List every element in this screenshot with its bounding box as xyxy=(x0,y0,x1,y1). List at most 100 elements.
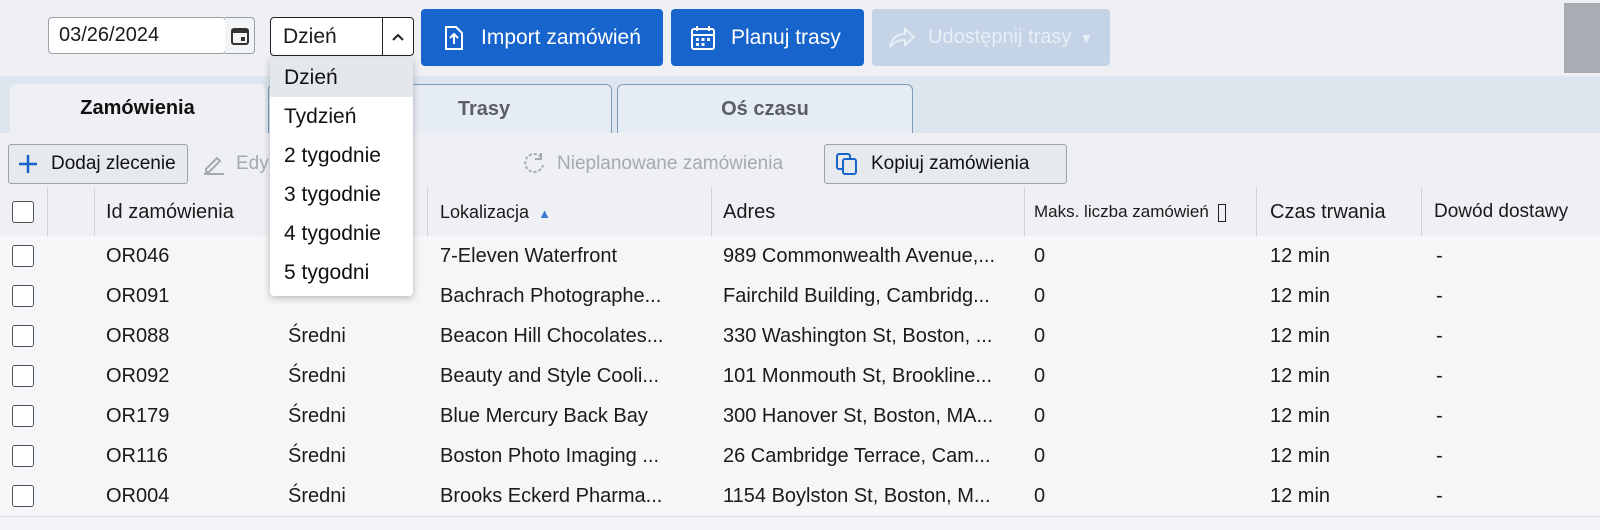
period-option[interactable]: Tydzień xyxy=(270,97,413,136)
proof-of-delivery-cell: - xyxy=(1436,285,1443,307)
table-header: Id zamówienia Lokalizacja ▲ Adres Maks. … xyxy=(0,188,1600,237)
order-id-cell: OR004 xyxy=(106,485,170,507)
duration-cell: 12 min xyxy=(1270,245,1331,267)
caret-down-icon: ▼ xyxy=(1079,29,1094,46)
chevron-up-icon[interactable] xyxy=(382,18,413,55)
column-divider xyxy=(94,188,95,236)
max-orders-cell: 0 xyxy=(1034,405,1046,427)
location-cell: 7-Eleven Waterfront xyxy=(440,245,618,267)
max-orders-cell: 0 xyxy=(1034,245,1046,267)
location-cell: Beacon Hill Chocolates... xyxy=(440,325,664,347)
table-row[interactable]: OR092 Średni Beauty and Style Cooli... 101 … xyxy=(0,356,1600,397)
plus-icon xyxy=(17,153,39,175)
plan-routes-label: Planuj trasy xyxy=(731,25,841,49)
column-divider xyxy=(711,188,712,236)
header-location[interactable]: Lokalizacja ▲ xyxy=(440,188,551,236)
column-divider xyxy=(427,188,428,236)
period-option[interactable]: 4 tygodnie xyxy=(270,214,413,253)
order-id-cell: OR046 xyxy=(106,245,170,267)
date-input[interactable]: 03/26/2024 xyxy=(48,17,226,54)
select-all-checkbox[interactable] xyxy=(12,201,34,223)
copy-icon xyxy=(835,152,859,176)
column-divider xyxy=(1024,188,1025,236)
address-cell: 101 Monmouth St, Brookline... xyxy=(723,365,993,387)
column-menu-icon[interactable] xyxy=(1217,203,1226,222)
max-orders-cell: 0 xyxy=(1034,285,1046,307)
column-divider xyxy=(1421,188,1422,236)
date-picker-button[interactable] xyxy=(225,17,255,54)
table-row[interactable]: OR116 Średni Boston Photo Imaging ... 26 Ca… xyxy=(0,436,1600,477)
header-proof-of-delivery[interactable]: Dowód dostawy xyxy=(1434,188,1568,236)
period-select-value: Dzień xyxy=(283,25,337,48)
address-cell: 1154 Boylston St, Boston, M... xyxy=(723,485,991,507)
share-routes-label: Udostępnij trasy xyxy=(928,26,1072,48)
row-checkbox[interactable] xyxy=(12,285,34,307)
tab-routes-label: Trasy xyxy=(457,98,511,120)
header-max-orders[interactable]: Maks. liczba zamówień xyxy=(1034,188,1226,236)
priority-cell: Średni xyxy=(288,325,346,347)
row-checkbox[interactable] xyxy=(12,445,34,467)
table-row[interactable]: OR046 7-Eleven Waterfront 989 Commonwealth… xyxy=(0,236,1600,277)
address-cell: 330 Washington St, Boston, ... xyxy=(723,325,993,347)
header-order-id[interactable]: Id zamówienia xyxy=(106,188,234,236)
address-cell: 989 Commonwealth Avenue,... xyxy=(723,245,996,267)
table-row[interactable]: OR179 Średni Blue Mercury Back Bay 300 Hano… xyxy=(0,396,1600,437)
tab-timeline[interactable]: Oś czasu xyxy=(617,84,913,133)
proof-of-delivery-cell: - xyxy=(1436,445,1443,467)
duration-cell: 12 min xyxy=(1270,445,1331,467)
actions-bar: Dodaj zlecenie Edy Nieplanowane zamówien… xyxy=(0,133,1600,188)
scrollbar-thumb[interactable] xyxy=(1564,3,1600,73)
proof-of-delivery-cell: - xyxy=(1436,325,1443,347)
add-order-button[interactable]: Dodaj zlecenie xyxy=(8,144,188,184)
copy-orders-button[interactable]: Kopiuj zamówienia xyxy=(824,144,1067,184)
import-orders-button[interactable]: Import zamówień xyxy=(421,9,663,66)
pencil-icon xyxy=(202,152,226,176)
max-orders-cell: 0 xyxy=(1034,365,1046,387)
period-option[interactable]: 2 tygodnie xyxy=(270,136,413,175)
priority-cell: Średni xyxy=(288,405,346,427)
address-cell: 300 Hanover St, Boston, MA... xyxy=(723,405,994,427)
order-id-cell: OR092 xyxy=(106,365,170,387)
calendar-icon xyxy=(230,27,249,45)
header-address[interactable]: Adres xyxy=(723,188,775,236)
table-row[interactable]: OR004 Średni Brooks Eckerd Pharma... 1154 B… xyxy=(0,476,1600,517)
tab-orders[interactable]: Zamówienia xyxy=(10,84,265,133)
row-checkbox[interactable] xyxy=(12,365,34,387)
duration-cell: 12 min xyxy=(1270,405,1331,427)
row-checkbox[interactable] xyxy=(12,245,34,267)
calendar-grid-icon xyxy=(689,24,717,52)
period-select[interactable]: Dzień xyxy=(270,17,414,56)
order-id-cell: OR179 xyxy=(106,405,170,427)
plan-routes-button[interactable]: Planuj trasy xyxy=(671,9,864,66)
max-orders-cell: 0 xyxy=(1034,325,1046,347)
priority-cell: Średni xyxy=(288,365,346,387)
period-option[interactable]: Dzień xyxy=(270,58,413,97)
period-option[interactable]: 5 tygodni xyxy=(270,253,413,292)
location-cell: Beauty and Style Cooli... xyxy=(440,365,660,387)
priority-cell: Średni xyxy=(288,485,346,507)
proof-of-delivery-cell: - xyxy=(1436,485,1443,507)
proof-of-delivery-cell: - xyxy=(1436,365,1443,387)
priority-cell: Średni xyxy=(288,445,346,467)
max-orders-cell: 0 xyxy=(1034,445,1046,467)
row-checkbox[interactable] xyxy=(12,405,34,427)
edit-button[interactable]: Edy xyxy=(202,144,269,184)
share-routes-button[interactable]: Udostępnij trasy ▼ xyxy=(872,9,1110,66)
row-checkbox[interactable] xyxy=(12,485,34,507)
row-checkbox[interactable] xyxy=(12,325,34,347)
table-row[interactable]: OR088 Średni Beacon Hill Chocolates... 330 … xyxy=(0,316,1600,357)
period-dropdown-list: Dzień Tydzień 2 tygodnie 3 tygodnie 4 tygodn… xyxy=(270,58,413,296)
period-option[interactable]: 3 tygodnie xyxy=(270,175,413,214)
header-duration[interactable]: Czas trwania xyxy=(1270,188,1386,236)
tab-bar: Zamówienia Trasy Oś czasu xyxy=(0,76,1600,133)
unplanned-orders-button[interactable]: Nieplanowane zamówienia xyxy=(521,144,783,184)
header-max-orders-label: Maks. liczba zamówień xyxy=(1034,202,1209,221)
table-row[interactable]: OR091 Bachrach Photographe... Fairchild Bu… xyxy=(0,276,1600,317)
add-order-label: Dodaj zlecenie xyxy=(51,153,176,174)
toolbar: 03/26/2024 Dzień Import zamówień Planuj … xyxy=(0,0,1600,76)
location-cell: Boston Photo Imaging ... xyxy=(440,445,660,467)
order-id-cell: OR116 xyxy=(106,445,168,467)
sort-ascending-icon[interactable]: ▲ xyxy=(538,206,551,221)
proof-of-delivery-cell: - xyxy=(1436,245,1443,267)
column-divider xyxy=(47,188,48,236)
